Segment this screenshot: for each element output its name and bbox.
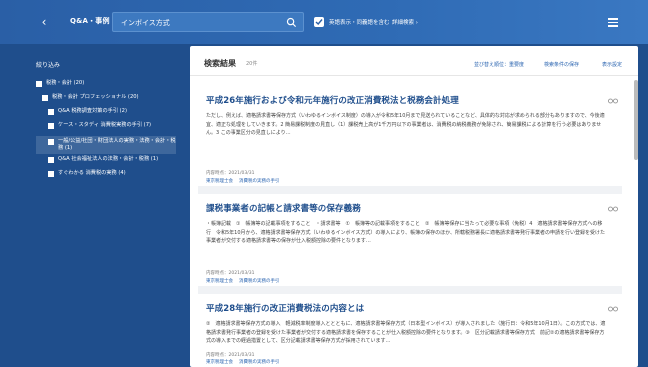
result-card: 平成26年施行および令和元年施行の改正消費税法と税務会計処理 ただし、例えば、適… xyxy=(198,88,622,194)
checkbox-icon[interactable] xyxy=(36,80,42,87)
link-icon[interactable] xyxy=(608,306,618,312)
facet-item[interactable]: 一般/公益/社団・財団法人の実務・法務・会計・税務 (1) xyxy=(36,136,176,154)
facet-item[interactable]: すぐわかる 消費税の実務 (4) xyxy=(48,170,176,177)
result-title-link[interactable]: 平成28年施行の改正消費税法の内容とは xyxy=(206,302,364,314)
result-tag[interactable]: 東京税理士会 xyxy=(206,360,233,365)
search-icon[interactable] xyxy=(286,17,297,28)
result-title-link[interactable]: 平成26年施行および令和元年施行の改正消費税法と税務会計処理 xyxy=(206,94,459,106)
result-tag[interactable]: 消費税の実務の手引 xyxy=(239,279,280,284)
result-tag[interactable]: 東京税理士会 xyxy=(206,279,233,284)
checkbox-icon[interactable] xyxy=(48,108,54,115)
facet-item[interactable]: 税務・会計 (20) xyxy=(36,80,176,87)
filter-sidebar: 絞り込み 税務・会計 (20) 税務・会計 プロフェッショナル (20) Q&A… xyxy=(28,52,178,367)
result-snippet: ② 適格請求書等保存方式の導入 軽減税率制度導入ととともに、適格請求書等保存方式… xyxy=(206,321,606,344)
display-settings-link[interactable]: 表示設定 xyxy=(602,61,622,68)
breadcrumb[interactable]: Q&A・事例 xyxy=(70,16,110,26)
result-tags: 東京税理士会 消費税の実務の手引 xyxy=(206,178,286,184)
results-header: 検索結果 20件 並び替え順位：重要度 検索条件の保存 表示設定 xyxy=(190,46,638,76)
result-card: 課税事業者の記帳と請求書等の保存義務 ・帳簿記載 ① 帳簿等の記載事項をすること… xyxy=(198,196,622,294)
include-synonyms-label[interactable]: 英語表示・同義語を含む xyxy=(329,18,390,26)
results-count: 20件 xyxy=(246,61,258,67)
link-icon[interactable] xyxy=(608,206,618,212)
facet-item[interactable]: 税務・会計 プロフェッショナル (20) xyxy=(42,94,176,101)
checkbox-icon[interactable] xyxy=(48,122,54,129)
results-title: 検索結果 xyxy=(204,59,236,68)
checkbox-icon[interactable] xyxy=(48,138,54,145)
result-tag[interactable]: 消費税の実務の手引 xyxy=(239,179,280,184)
facet-item[interactable]: ケース・スタディ 消費税実務の手引 (7) xyxy=(48,122,176,129)
result-tag[interactable]: 消費税の実務の手引 xyxy=(239,360,280,365)
checkbox-icon[interactable] xyxy=(42,94,48,101)
include-synonyms-checkbox[interactable] xyxy=(314,17,324,27)
scrollbar[interactable] xyxy=(634,80,638,160)
search-input-value[interactable]: インボイス方式 xyxy=(121,18,170,28)
results-panel: 検索結果 20件 並び替え順位：重要度 検索条件の保存 表示設定 平成26年施行… xyxy=(190,46,638,367)
result-date: 内容時点：2021/03/31 xyxy=(206,171,255,176)
result-date: 内容時点：2021/03/31 xyxy=(206,353,255,358)
checkbox-icon[interactable] xyxy=(48,156,54,163)
facet-item[interactable]: Q&A 社会福祉法人の法務・会計・税務 (1) xyxy=(48,156,176,163)
back-button[interactable]: ‹ xyxy=(36,14,52,30)
facet-item[interactable]: Q&A 税務調査対策の手引 (2) xyxy=(48,108,176,115)
result-snippet: ただし、例えば、適格請求書等保存方式（いわゆるインボイス制度）の導入が令和5年1… xyxy=(206,113,605,136)
sort-order-link[interactable]: 並び替え順位：重要度 xyxy=(474,61,524,68)
filter-title: 絞り込み xyxy=(36,62,61,69)
save-search-link[interactable]: 検索条件の保存 xyxy=(544,61,579,68)
check-icon xyxy=(315,19,323,26)
result-tags: 東京税理士会 消費税の実務の手引 xyxy=(206,359,286,365)
result-tag[interactable]: 東京税理士会 xyxy=(206,179,233,184)
checkbox-icon[interactable] xyxy=(48,170,54,177)
result-title-link[interactable]: 課税事業者の記帳と請求書等の保存義務 xyxy=(206,202,361,214)
result-snippet: ・帳簿記載 ① 帳簿等の記載事項をすること ・請求書等 ① 帳簿等の記載事項をす… xyxy=(206,221,606,244)
link-icon[interactable] xyxy=(608,98,618,104)
result-card: 平成28年施行の改正消費税法の内容とは ② 適格請求書等保存方式の導入 軽減税率… xyxy=(198,296,622,367)
result-date: 内容時点：2021/03/31 xyxy=(206,271,255,276)
advanced-search-link[interactable]: 詳細検索 › xyxy=(392,18,418,26)
top-bar: ‹ Q&A・事例 インボイス方式 英語表示・同義語を含む 詳細検索 › xyxy=(0,0,648,44)
search-input[interactable]: インボイス方式 xyxy=(112,12,304,32)
result-tags: 東京税理士会 消費税の実務の手引 xyxy=(206,278,286,284)
menu-icon[interactable] xyxy=(608,16,620,28)
